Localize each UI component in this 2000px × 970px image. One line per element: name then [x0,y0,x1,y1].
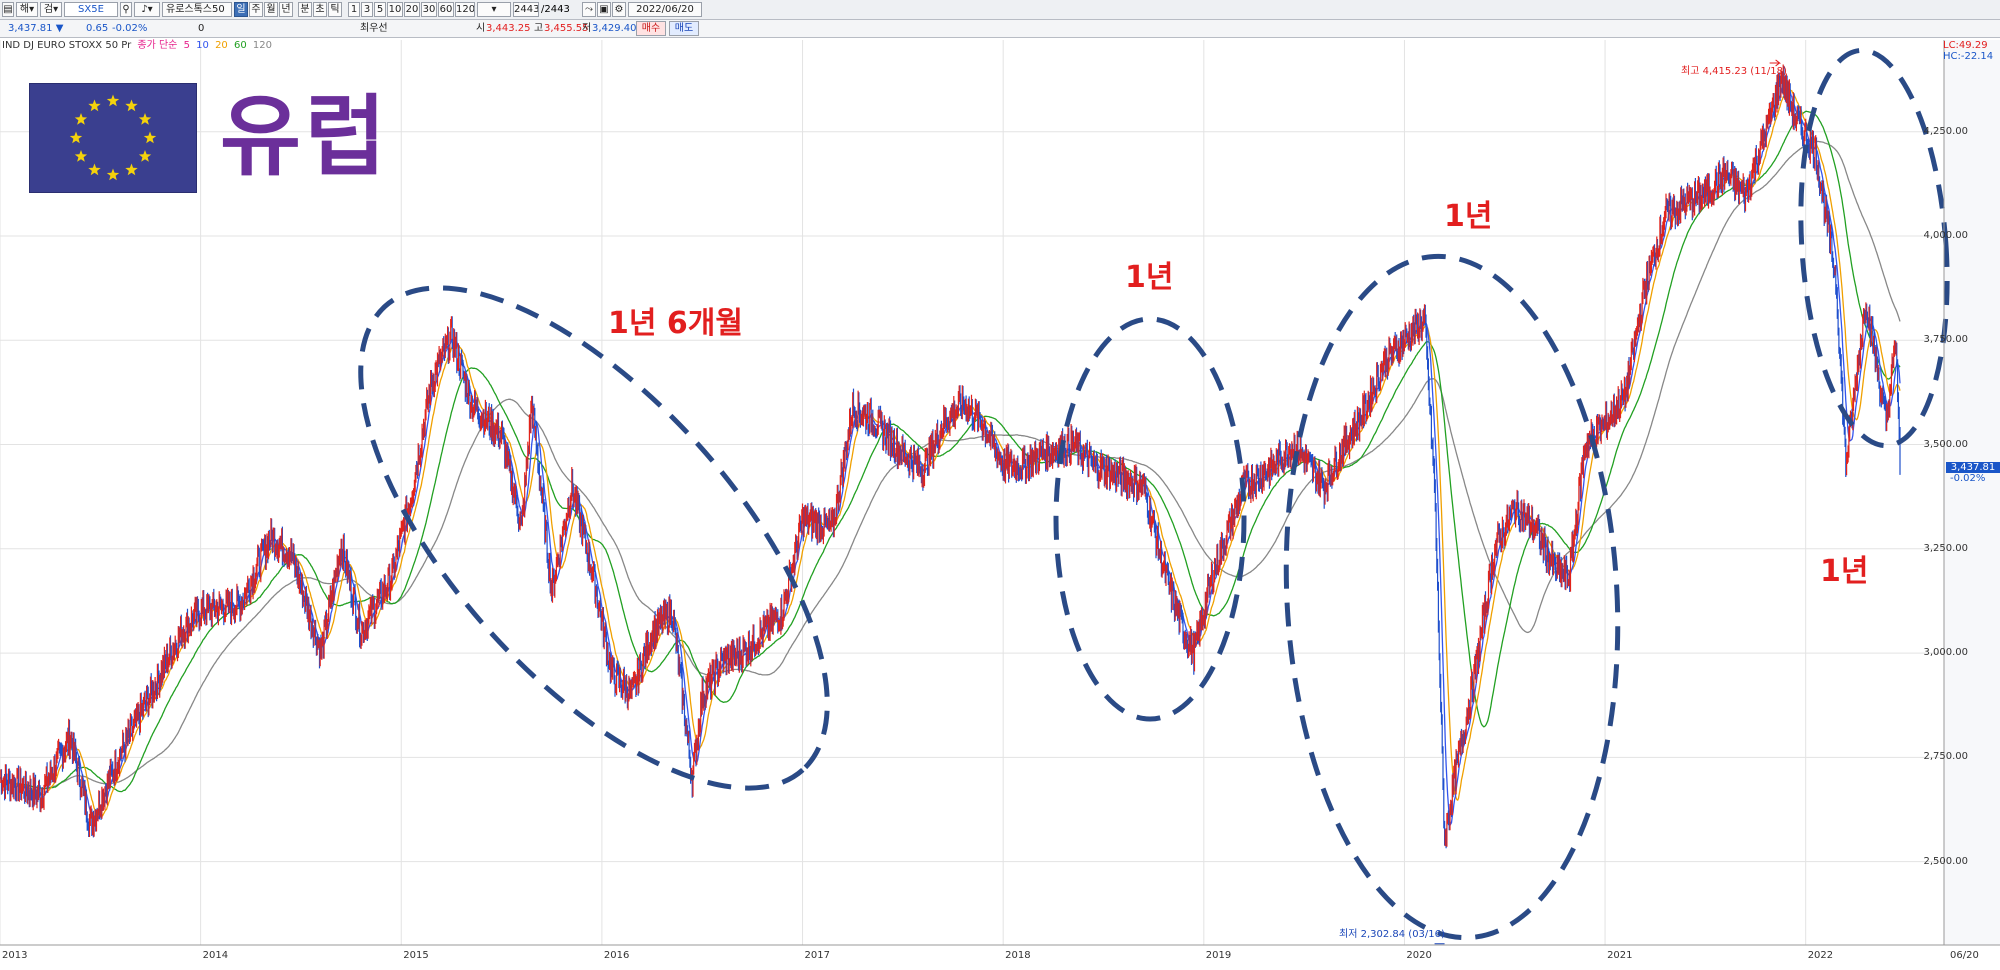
y-tick-label: 2,500.00 [1923,855,1968,867]
y-tick-label: 4,250.00 [1923,125,1968,137]
current-change-tag: -0.02% [1950,473,1986,484]
legend-ma10: 10 [196,40,209,51]
legend-ma-label: 종가 단순 [137,40,178,51]
flag-star [125,163,138,176]
x-tick-label: 06/20 [1950,950,1979,961]
y-tick-label: 3,750.00 [1923,334,1968,346]
x-tick-label: 2019 [1205,950,1232,961]
flag-star [138,113,152,125]
x-tick-label: 2017 [804,950,830,961]
x-tick-label: 2016 [603,950,630,961]
flag-star [106,168,120,181]
flag-star [69,131,83,144]
flag-star [88,163,101,176]
legend-ma120: 120 [252,40,272,51]
y-tick-label: 3,500.00 [1923,438,1968,450]
y-tick-label: 3,000.00 [1923,647,1968,659]
hc-readout: HC:-22.14 [1943,51,1994,62]
legend-ma20: 20 [215,40,228,51]
eu-flag-logo [29,83,197,193]
flag-star [138,150,152,162]
y-tick-label: 2,750.00 [1923,751,1968,763]
region-title: 유럽 [220,85,390,188]
legend-instrument: IND DJ EURO STOXX 50 Pr [2,40,132,51]
current-price-tag: 3,437.81 [1946,462,2000,473]
legend-ma60: 60 [233,40,247,51]
flag-star [88,99,101,112]
x-tick-label: 2021 [1607,950,1633,961]
highlight-ellipse-2020 [1283,253,1621,941]
high-marker-label: 최고 4,415.23 (11/18) [1681,66,1787,77]
x-tick-label: 2014 [202,950,229,961]
flag-star [106,94,120,107]
legend-ma5: 5 [183,40,190,51]
flag-star [74,113,88,125]
annotation-duration-3: 1년 [1444,199,1493,234]
y-tick-label: 4,000.00 [1923,230,1968,241]
y-axis-panel [1944,40,2000,945]
x-tick-label: 2022 [1807,950,1834,961]
low-marker-label: 최저 2,302.84 (03/16) [1339,929,1445,940]
x-tick-label: 2020 [1406,950,1432,961]
flag-star [125,99,138,112]
flag-star [74,150,88,162]
x-tick-label: 2018 [1005,950,1031,961]
flag-star [143,131,157,144]
ma120-line [0,140,1901,790]
x-tick-label: 2015 [403,950,429,961]
highlight-ellipse-2022 [1798,47,1950,449]
chart-legend: IND DJ EURO STOXX 50 Pr 종가 단순 5 10 20 60… [2,40,275,52]
ma60-line [0,110,1901,793]
y-tick-label: 3,250.00 [1923,542,1968,554]
x-tick-label: 2013 [2,950,28,961]
annotation-duration-4: 1년 [1820,554,1869,589]
lc-readout: LC:49.29 [1943,40,1988,51]
annotation-duration-2: 1년 [1125,260,1174,295]
annotation-duration-1: 1년 6개월 [608,306,743,341]
